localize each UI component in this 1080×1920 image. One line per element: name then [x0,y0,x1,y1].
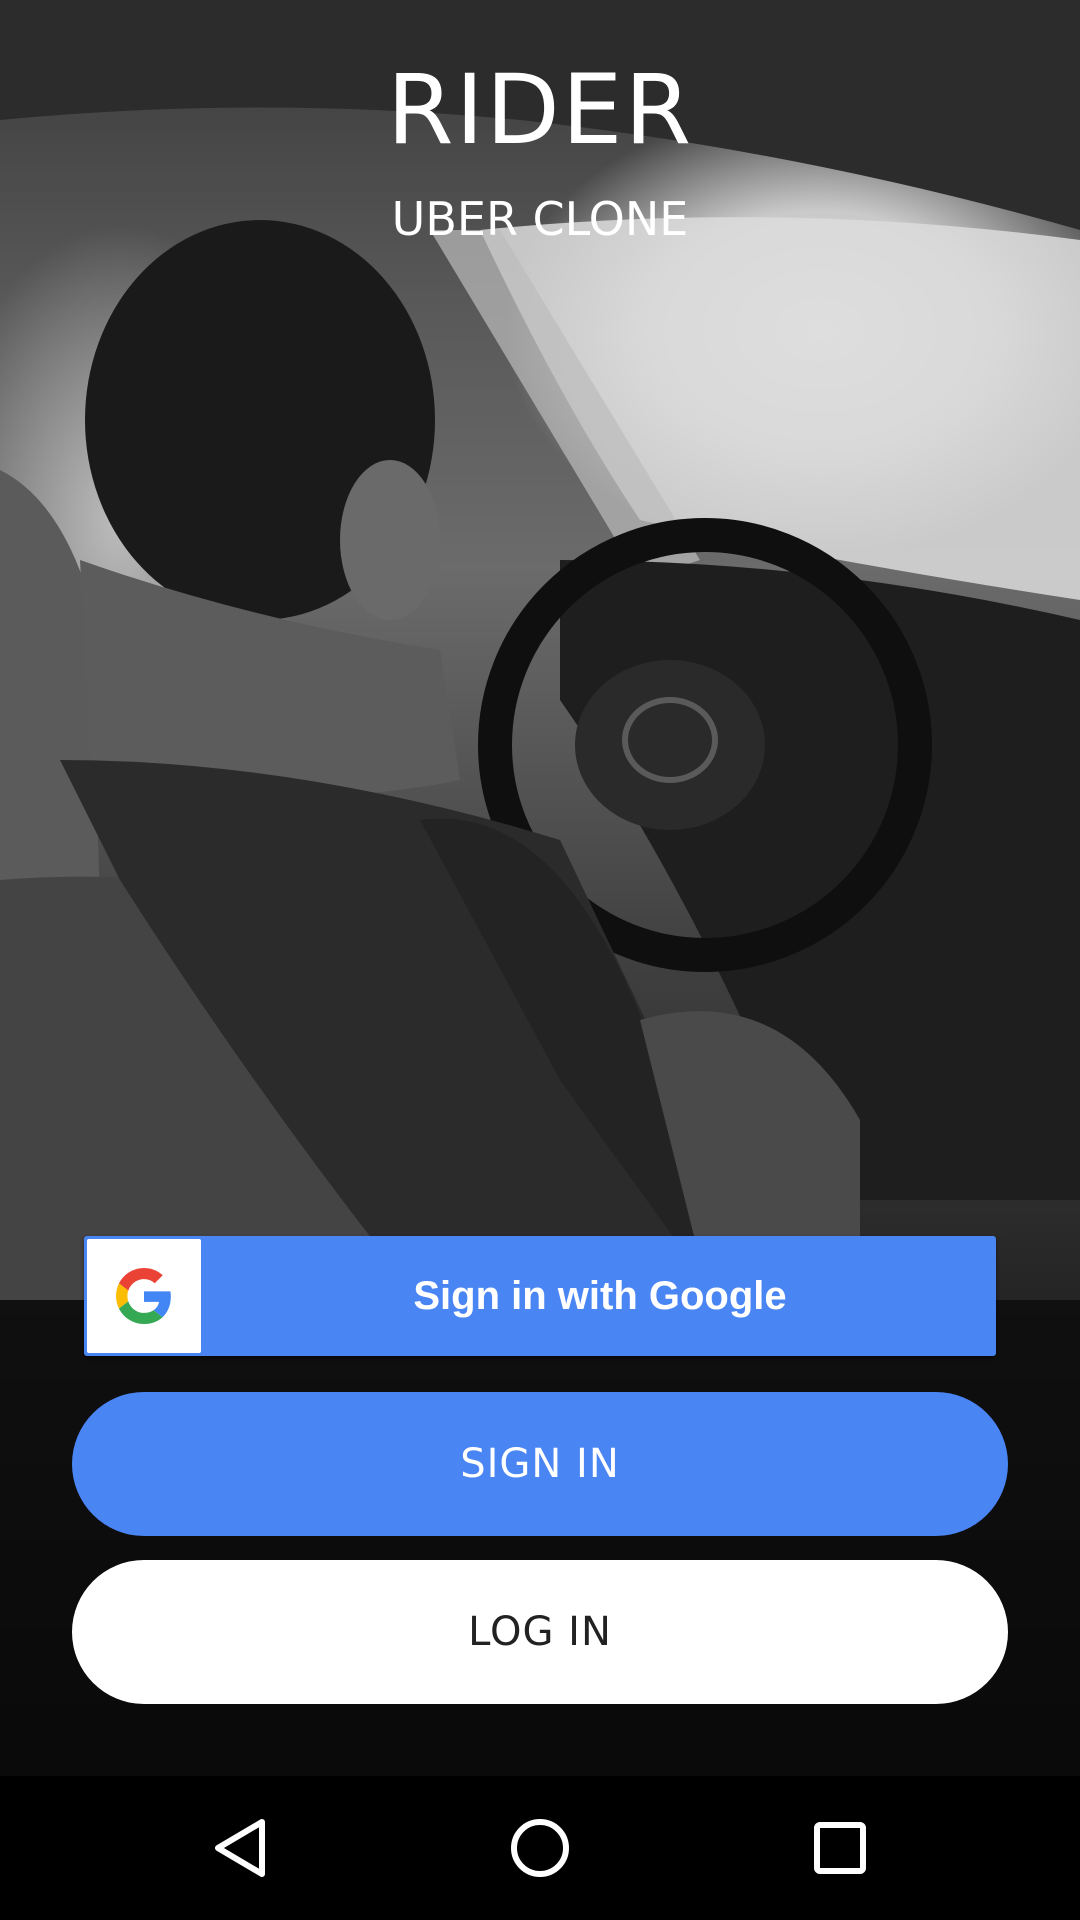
app-subtitle: UBER CLONE [391,192,689,246]
google-g-icon [116,1268,171,1324]
welcome-screen: RIDER UBER CLONE Sign in with Google SIG… [0,0,1080,1920]
app-title: RIDER [386,54,694,166]
system-navigation-bar [0,1776,1080,1920]
sign-in-button[interactable]: SIGN IN [72,1392,1008,1536]
recents-button[interactable] [792,1800,888,1896]
home-button[interactable] [492,1800,588,1896]
log-in-button[interactable]: LOG IN [72,1560,1008,1704]
google-logo-container [87,1239,201,1353]
google-sign-in-label: Sign in with Google [413,1273,787,1318]
back-icon [215,1819,265,1877]
google-sign-in-button[interactable]: Sign in with Google [84,1236,996,1356]
home-icon [511,1819,569,1877]
recents-icon [814,1822,866,1874]
back-button[interactable] [192,1800,288,1896]
